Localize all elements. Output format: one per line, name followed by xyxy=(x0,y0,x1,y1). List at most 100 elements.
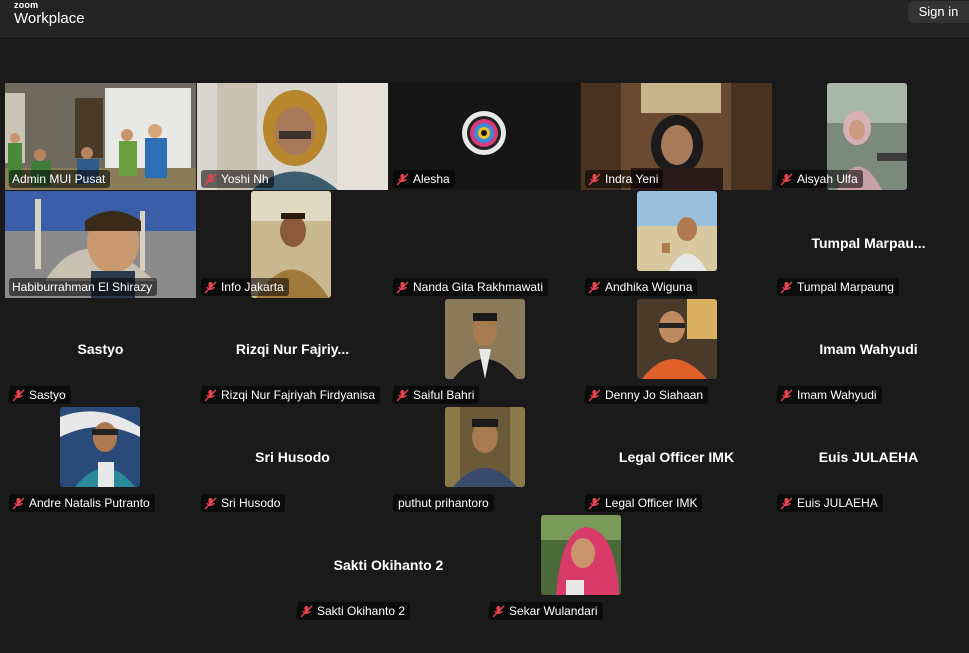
participant-name-label: Legal Officer IMK xyxy=(585,494,703,512)
muted-mic-icon xyxy=(396,389,409,401)
participant-name-label: Sastyo xyxy=(9,386,71,404)
participant-tile-andhika-wiguna[interactable]: Andhika Wiguna xyxy=(581,191,772,298)
participant-name-label: Andre Natalis Putranto xyxy=(9,494,155,512)
participant-tile-saiful-bahri[interactable]: Saiful Bahri xyxy=(389,299,580,406)
participant-name: Sakti Okihanto 2 xyxy=(317,604,406,618)
participant-name: Andre Natalis Putranto xyxy=(29,496,150,510)
participant-name: Indra Yeni xyxy=(605,172,659,186)
participant-tile-admin-mui-pusat[interactable]: Admin MUI Pusat xyxy=(5,83,196,190)
muted-mic-icon xyxy=(12,389,25,401)
participant-name-label: Yoshi Nh xyxy=(201,170,274,188)
participant-tile-sekar-wulandari[interactable]: Sekar Wulandari xyxy=(485,515,676,622)
participant-display-name: Sakti Okihanto 2 xyxy=(333,557,444,573)
participant-tile-nanda-gita-rakhmawati[interactable]: Nanda Gita Rakhmawati xyxy=(389,191,580,298)
participant-name-label: Sri Husodo xyxy=(201,494,286,512)
participant-tile-andre-natalis-putranto[interactable]: Andre Natalis Putranto xyxy=(5,407,196,514)
participant-name: Alesha xyxy=(413,172,450,186)
participant-tile-sakti-okihanto-2[interactable]: Sakti Okihanto 2 Sakti Okihanto 2 xyxy=(293,515,484,622)
participant-name: Saiful Bahri xyxy=(413,388,475,402)
participant-tile-yoshi-nh[interactable]: Yoshi Nh xyxy=(197,83,388,190)
participant-name: Aisyah Ulfa xyxy=(797,172,858,186)
participant-name: Habiburrahman El Shirazy xyxy=(12,280,153,294)
participant-name-label: Alesha xyxy=(393,170,455,188)
participant-tile-indra-yeni[interactable]: Indra Yeni xyxy=(581,83,772,190)
participant-display-name: Rizqi Nur Fajriy... xyxy=(235,341,350,357)
muted-mic-icon xyxy=(588,281,601,293)
logo-brand-bottom: Workplace xyxy=(14,10,85,27)
participant-name: Admin MUI Pusat xyxy=(12,172,106,186)
muted-mic-icon xyxy=(780,497,793,509)
participant-name: Euis JULAEHA xyxy=(797,496,878,510)
muted-mic-icon xyxy=(204,281,217,293)
participant-avatar xyxy=(637,299,717,379)
participant-display-name: Legal Officer IMK xyxy=(618,449,735,465)
muted-mic-icon xyxy=(780,281,793,293)
participant-tile-imam-wahyudi[interactable]: Imam Wahyudi Imam Wahyudi xyxy=(773,299,964,406)
participant-tile-alesha[interactable]: Alesha xyxy=(389,83,580,190)
muted-mic-icon xyxy=(204,389,217,401)
participant-name: Legal Officer IMK xyxy=(605,496,698,510)
participant-name-label: Andhika Wiguna xyxy=(585,278,698,296)
muted-mic-icon xyxy=(492,605,505,617)
muted-mic-icon xyxy=(780,389,793,401)
participant-name: Nanda Gita Rakhmawati xyxy=(413,280,544,294)
participant-name-label: Nanda Gita Rakhmawati xyxy=(393,278,549,296)
muted-mic-icon xyxy=(780,173,793,185)
participant-name-label: Admin MUI Pusat xyxy=(9,170,111,188)
top-bar: zoom Workplace Sign in xyxy=(0,0,969,37)
participant-avatar xyxy=(445,407,525,487)
logo-brand-top: zoom xyxy=(14,0,39,10)
participant-tile-puthut-prihantoro[interactable]: puthut prihantoro xyxy=(389,407,580,514)
muted-mic-icon xyxy=(300,605,313,617)
participant-tile-denny-jo-siahaan[interactable]: Denny Jo Siahaan xyxy=(581,299,772,406)
participant-display-name: Tumpal Marpau... xyxy=(811,235,926,251)
muted-mic-icon xyxy=(396,281,409,293)
participant-name-label: Imam Wahyudi xyxy=(777,386,882,404)
participant-name-label: Info Jakarta xyxy=(201,278,289,296)
participant-name: Tumpal Marpaung xyxy=(797,280,894,294)
participant-name-label: Rizqi Nur Fajriyah Firdyanisa xyxy=(201,386,381,404)
participant-tile-aisyah-ulfa[interactable]: Aisyah Ulfa xyxy=(773,83,964,190)
participant-avatar xyxy=(637,191,717,271)
participant-tile-tumpal-marpaung[interactable]: Tumpal Marpau... Tumpal Marpaung xyxy=(773,191,964,298)
sign-in-button[interactable]: Sign in xyxy=(908,1,969,23)
participant-name: Rizqi Nur Fajriyah Firdyanisa xyxy=(221,388,376,402)
participant-tile-legal-officer-imk[interactable]: Legal Officer IMK Legal Officer IMK xyxy=(581,407,772,514)
participant-avatar xyxy=(60,407,140,487)
muted-mic-icon xyxy=(588,389,601,401)
participant-tile-rizqi-nur-fajriyah-firdyanisa[interactable]: Rizqi Nur Fajriy... Rizqi Nur Fajriyah F… xyxy=(197,299,388,406)
participant-name-label: Tumpal Marpaung xyxy=(777,278,899,296)
participant-name-label: Habiburrahman El Shirazy xyxy=(9,278,158,296)
participant-tile-habiburrahman-el-shirazy[interactable]: Habiburrahman El Shirazy xyxy=(5,191,196,298)
participant-name-label: Aisyah Ulfa xyxy=(777,170,863,188)
muted-mic-icon xyxy=(588,497,601,509)
participant-name: Info Jakarta xyxy=(221,280,284,294)
participant-name: Andhika Wiguna xyxy=(605,280,693,294)
zoom-workplace-logo: zoom Workplace xyxy=(14,0,85,27)
participant-display-name: Sastyo xyxy=(77,341,124,357)
participant-tile-sri-husodo[interactable]: Sri Husodo Sri Husodo xyxy=(197,407,388,514)
participant-display-name: Sri Husodo xyxy=(255,449,330,465)
participant-name: Sekar Wulandari xyxy=(509,604,598,618)
participant-avatar xyxy=(541,515,621,595)
participant-name: Imam Wahyudi xyxy=(797,388,877,402)
participant-name-label: Sakti Okihanto 2 xyxy=(297,602,411,620)
muted-mic-icon xyxy=(204,497,217,509)
participant-tile-sastyo[interactable]: Sastyo Sastyo xyxy=(5,299,196,406)
muted-mic-icon xyxy=(204,173,217,185)
participant-name-label: Indra Yeni xyxy=(585,170,664,188)
gallery-view: Admin MUI Pusat Yoshi Nh Alesha Indra Ye… xyxy=(0,37,969,653)
participant-tile-euis-julaeha[interactable]: Euis JULAEHA Euis JULAEHA xyxy=(773,407,964,514)
participant-name: Yoshi Nh xyxy=(221,172,269,186)
participant-name: Sastyo xyxy=(29,388,66,402)
participant-name: Denny Jo Siahaan xyxy=(605,388,704,402)
muted-mic-icon xyxy=(588,173,601,185)
participant-name-label: Denny Jo Siahaan xyxy=(585,386,709,404)
participant-name: Sri Husodo xyxy=(221,496,281,510)
muted-mic-icon xyxy=(12,497,25,509)
participant-avatar xyxy=(445,299,525,379)
participant-tile-info-jakarta[interactable]: Info Jakarta xyxy=(197,191,388,298)
participant-name-label: Euis JULAEHA xyxy=(777,494,883,512)
participant-name-label: Saiful Bahri xyxy=(393,386,480,404)
participant-name-label: puthut prihantoro xyxy=(393,494,494,512)
